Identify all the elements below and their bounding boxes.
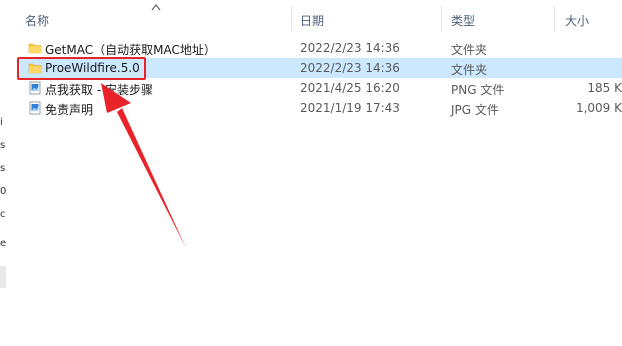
file-name: 点我获取 - 安装步骤 xyxy=(45,83,153,97)
file-date: 2022/2/23 14:36 xyxy=(300,61,400,75)
nav-pane-text-fragment: s xyxy=(0,163,6,174)
file-row-disclaimer[interactable]: 免责声明 2021/1/19 17:43 JPG 文件 1,009 K xyxy=(20,98,622,118)
column-header-name[interactable]: 名称 xyxy=(25,12,49,29)
column-divider[interactable] xyxy=(291,6,292,32)
folder-icon xyxy=(28,63,42,74)
file-name: ProeWildfire.5.0 xyxy=(45,61,140,75)
file-date: 2021/4/25 16:20 xyxy=(300,81,400,95)
file-date: 2021/1/19 17:43 xyxy=(300,101,400,115)
file-name: 免责声明 xyxy=(45,103,94,117)
column-divider[interactable] xyxy=(554,6,555,32)
nav-pane-text-fragment: s xyxy=(0,140,6,151)
file-type: JPG 文件 xyxy=(451,103,499,117)
column-header-bar: 名称 日期 类型 大小 xyxy=(0,0,622,36)
file-row-proewildfire[interactable]: ProeWildfire.5.0 2022/2/23 14:36 文件夹 xyxy=(20,58,622,78)
image-file-icon xyxy=(29,101,41,115)
nav-pane-text-fragment: c xyxy=(0,209,6,220)
column-header-type[interactable]: 类型 xyxy=(451,12,475,29)
file-size: 1,009 K xyxy=(575,101,622,115)
nav-pane-text-fragment: e xyxy=(0,238,7,249)
column-divider[interactable] xyxy=(441,6,442,32)
file-row-install-steps[interactable]: 点我获取 - 安装步骤 2021/4/25 16:20 PNG 文件 185 K xyxy=(20,78,622,98)
navigation-pane-edge: i s s 0 c e xyxy=(0,0,8,346)
image-file-icon xyxy=(29,81,41,95)
sort-ascending-icon xyxy=(151,3,161,11)
nav-pane-hover-item[interactable] xyxy=(0,266,6,288)
file-type: 文件夹 xyxy=(451,63,488,77)
folder-icon xyxy=(28,43,42,54)
file-type: 文件夹 xyxy=(451,43,488,57)
nav-pane-text-fragment: i xyxy=(0,117,3,128)
file-row-getmac[interactable]: GetMAC（自动获取MAC地址） 2022/2/23 14:36 文件夹 xyxy=(20,38,622,58)
column-header-size[interactable]: 大小 xyxy=(565,12,589,29)
column-header-date[interactable]: 日期 xyxy=(300,12,324,29)
file-type: PNG 文件 xyxy=(451,83,505,97)
file-name: GetMAC（自动获取MAC地址） xyxy=(45,43,216,57)
file-size: 185 K xyxy=(587,81,622,95)
nav-pane-text-fragment: 0 xyxy=(0,186,7,197)
file-date: 2022/2/23 14:36 xyxy=(300,41,400,55)
